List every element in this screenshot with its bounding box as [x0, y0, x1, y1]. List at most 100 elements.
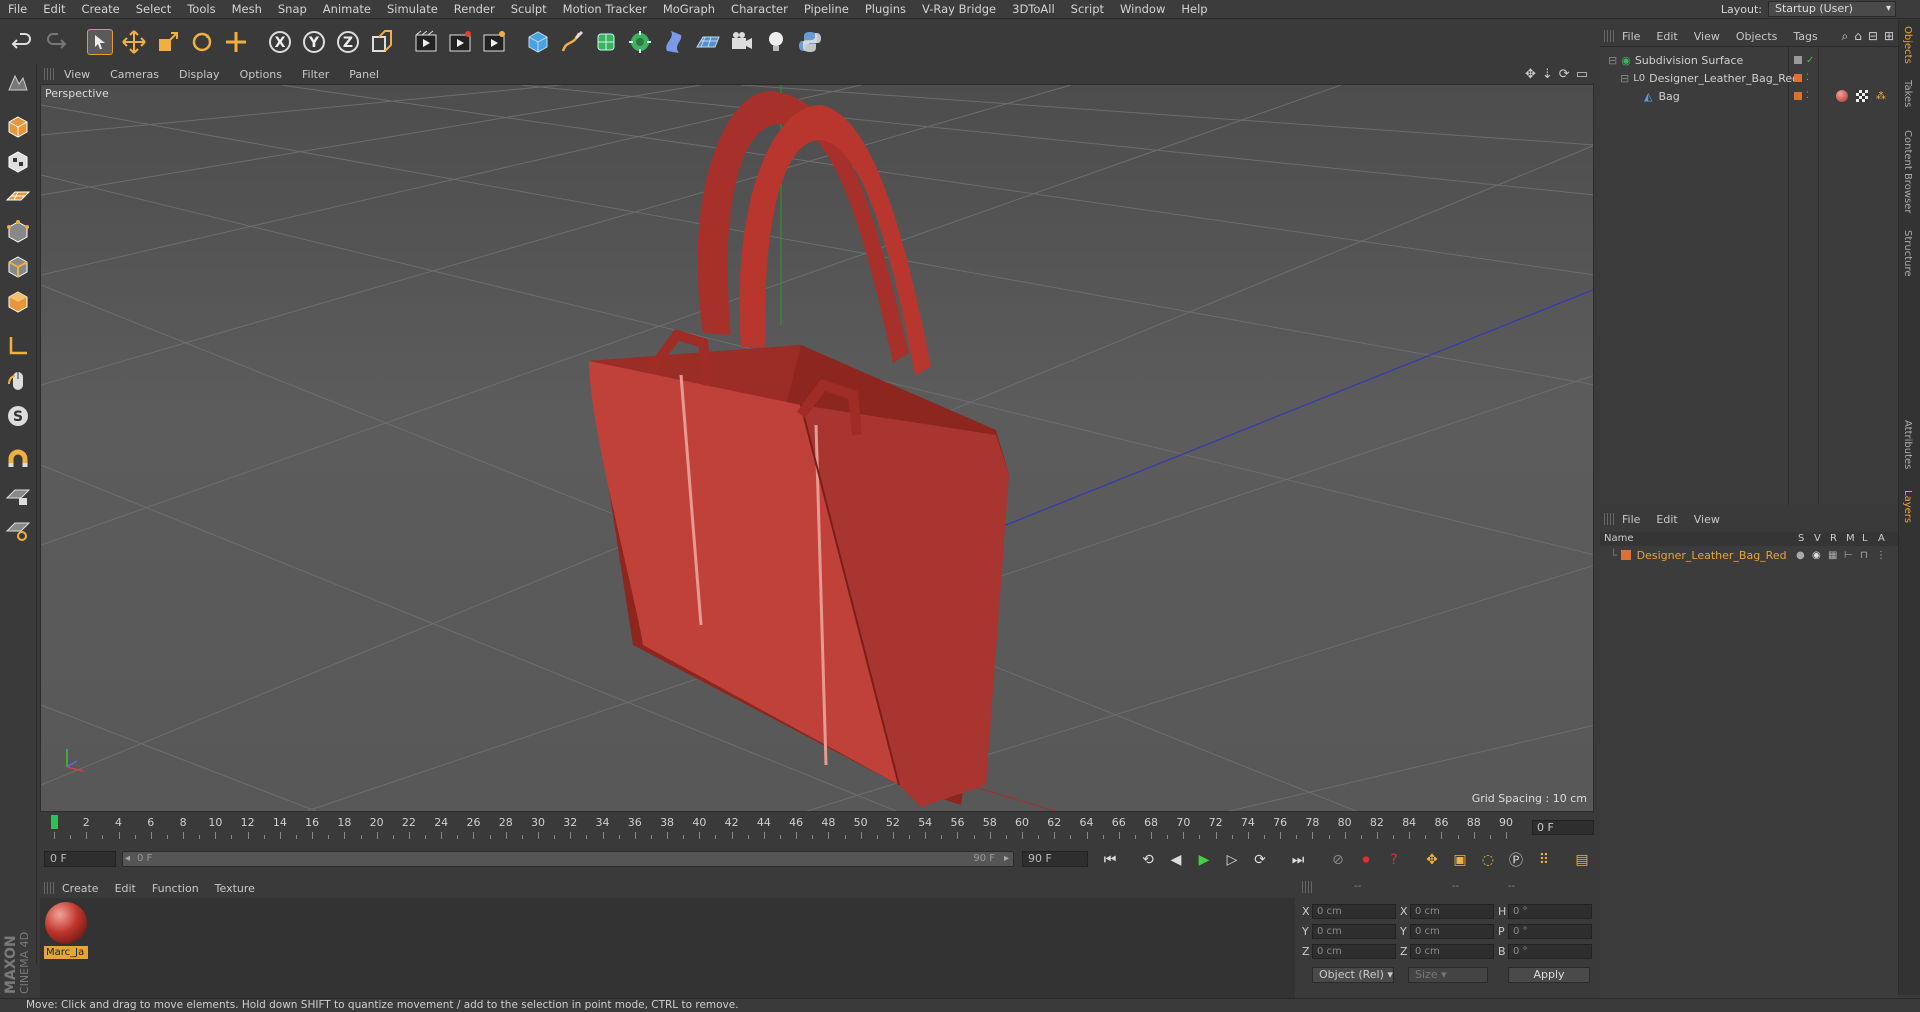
coordinate-value-field[interactable]: 0 cm	[1410, 943, 1494, 959]
previous-key-icon[interactable]: ⟲	[1136, 849, 1160, 871]
uvw-tag-icon[interactable]	[1856, 90, 1868, 102]
viewport-menu-options[interactable]: Options	[230, 68, 292, 81]
home-icon[interactable]: ⌂	[1854, 29, 1862, 44]
orbit-icon[interactable]: ⟳	[1559, 67, 1570, 82]
snap-icon[interactable]: S	[2, 400, 34, 432]
key-rotation-icon[interactable]: ◌	[1476, 849, 1500, 871]
tree-toggle-icon[interactable]: ⊟	[1620, 72, 1629, 85]
menu-pipeline[interactable]: Pipeline	[796, 0, 857, 19]
record-keys-icon[interactable]: ⊘	[1326, 849, 1350, 871]
side-tab-objects[interactable]: Objects	[1902, 26, 1913, 64]
texture-mode-icon[interactable]	[2, 146, 34, 178]
coordinate-value-field[interactable]: 0 °	[1508, 943, 1592, 959]
new-window-icon[interactable]: ⊞	[1884, 29, 1894, 44]
layer-grip-icon[interactable]	[1604, 513, 1614, 525]
object-menu-view[interactable]: View	[1686, 30, 1728, 43]
camera-icon[interactable]	[726, 25, 758, 59]
render-toggle-icon[interactable]: ▦	[1828, 550, 1837, 561]
autokey-icon[interactable]: ⏺	[1354, 849, 1378, 871]
render-view-icon[interactable]	[410, 25, 442, 59]
key-pla-icon[interactable]: ⠿	[1532, 849, 1556, 871]
solo-toggle-icon[interactable]: ●	[1796, 550, 1805, 561]
animation-toggle-icon[interactable]: ⋮	[1876, 550, 1886, 561]
side-tab-content-browser[interactable]: Content Browser	[1902, 130, 1913, 213]
scale-tool-icon[interactable]	[152, 25, 184, 59]
material-menu-texture[interactable]: Texture	[207, 882, 263, 895]
light-icon[interactable]	[760, 25, 792, 59]
coordinate-mode-dropdown[interactable]: Object (Rel) ▾	[1312, 967, 1394, 983]
move-tool-icon[interactable]	[118, 25, 150, 59]
selection-tag-icon[interactable]: ⁂	[1876, 91, 1886, 102]
menu-edit[interactable]: Edit	[35, 0, 73, 19]
material-menu-create[interactable]: Create	[54, 882, 107, 895]
material-grip-icon[interactable]	[44, 882, 54, 894]
lock-workplane-icon[interactable]	[2, 479, 34, 511]
menu-snap[interactable]: Snap	[270, 0, 315, 19]
keyframe-selection-icon[interactable]: ?	[1382, 849, 1406, 871]
floor-icon[interactable]	[692, 25, 724, 59]
key-parameter-icon[interactable]: Ⓟ	[1504, 849, 1528, 871]
python-icon[interactable]	[794, 25, 826, 59]
start-frame-field[interactable]: 0 F	[44, 851, 116, 867]
enabled-check-icon[interactable]: ✓	[1806, 55, 1814, 66]
side-tab-attributes[interactable]: Attributes	[1902, 420, 1913, 469]
filter-icon[interactable]: ⊟	[1868, 29, 1878, 44]
material-swatch[interactable]: Marc_Ja	[44, 902, 88, 959]
menu-character[interactable]: Character	[723, 0, 796, 19]
render-picture-viewer-icon[interactable]	[444, 25, 476, 59]
coordinate-value-field[interactable]: 0 cm	[1312, 943, 1396, 959]
layer-row[interactable]: └ Designer_Leather_Bag_Red ● ◉ ▦ ⊢ ⊓ ⋮	[1600, 547, 1898, 563]
pan-icon[interactable]: ✥	[1525, 67, 1536, 82]
maximize-view-icon[interactable]: ▭	[1576, 67, 1588, 82]
current-frame-field[interactable]: 0 F	[1532, 820, 1594, 835]
object-row-designer-leather-bag-red[interactable]: ⊟ L0 Designer_Leather_Bag_Red ⁚	[1600, 69, 1898, 87]
rotate-tool-icon[interactable]	[186, 25, 218, 59]
tweak-mode-icon[interactable]	[2, 365, 34, 397]
menu-sculpt[interactable]: Sculpt	[503, 0, 555, 19]
key-position-icon[interactable]: ✥	[1420, 849, 1444, 871]
key-scale-icon[interactable]: ▣	[1448, 849, 1472, 871]
viewport-grip-icon[interactable]	[44, 68, 54, 80]
planar-workplane-icon[interactable]	[2, 514, 34, 546]
coordinate-value-field[interactable]: 0 cm	[1410, 903, 1494, 919]
previous-frame-icon[interactable]: ◀	[1164, 849, 1188, 871]
polygons-mode-icon[interactable]	[2, 286, 34, 318]
menu-v-ray-bridge[interactable]: V-Ray Bridge	[914, 0, 1004, 19]
coordinates-grip-icon[interactable]	[1302, 881, 1312, 893]
lock-toggle-icon[interactable]: ⊓	[1860, 550, 1868, 561]
timeline-window-icon[interactable]: ▤	[1570, 849, 1594, 871]
cube-icon[interactable]	[522, 25, 554, 59]
go-to-end-icon[interactable]: ⏭	[1286, 849, 1310, 871]
menu-create[interactable]: Create	[74, 0, 128, 19]
layer-column-name[interactable]: Name	[1604, 533, 1634, 544]
timeline-ruler[interactable]: 0246810121416182022242628303234363840424…	[40, 814, 1596, 842]
search-icon[interactable]: ⌕	[1842, 29, 1849, 44]
material-tag-icon[interactable]	[1836, 90, 1848, 102]
coordinate-system-icon[interactable]	[366, 25, 398, 59]
side-tab-layers[interactable]: Layers	[1902, 490, 1913, 523]
next-key-icon[interactable]: ⟳	[1248, 849, 1272, 871]
cloner-icon[interactable]	[624, 25, 656, 59]
layer-column-s[interactable]: S	[1798, 533, 1804, 544]
menu-mograph[interactable]: MoGraph	[655, 0, 723, 19]
layout-dropdown[interactable]: Startup (User)	[1768, 1, 1896, 17]
select-tool-icon[interactable]	[84, 25, 116, 59]
menu-help[interactable]: Help	[1173, 0, 1215, 19]
side-tab-takes[interactable]: Takes	[1902, 80, 1913, 107]
coordinate-value-field[interactable]: 0 cm	[1312, 903, 1396, 919]
go-to-start-icon[interactable]: ⏮	[1098, 849, 1122, 871]
object-menu-file[interactable]: File	[1614, 30, 1648, 43]
y-axis-icon[interactable]: Y	[298, 25, 330, 59]
layer-column-l[interactable]: L	[1862, 533, 1868, 544]
z-axis-icon[interactable]: Z	[332, 25, 364, 59]
material-menu-function[interactable]: Function	[144, 882, 207, 895]
menu-file[interactable]: File	[0, 0, 35, 19]
range-right-arrow-icon[interactable]: ▸	[1004, 852, 1009, 866]
coordinate-value-field[interactable]: 0 °	[1508, 903, 1592, 919]
menu-select[interactable]: Select	[128, 0, 179, 19]
zoom-icon[interactable]: ⇣	[1542, 67, 1553, 82]
apply-button[interactable]: Apply	[1508, 967, 1590, 983]
menu-mesh[interactable]: Mesh	[224, 0, 270, 19]
x-axis-icon[interactable]: X	[264, 25, 296, 59]
visibility-dots-icon[interactable]: ⁚	[1806, 91, 1809, 101]
